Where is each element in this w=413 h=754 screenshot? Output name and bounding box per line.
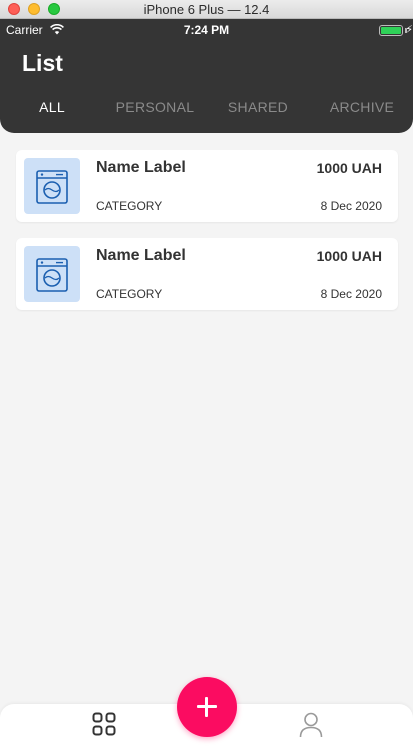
page-title: List: [22, 50, 63, 76]
tab-bar: ALL PERSONAL SHARED ARCHIVE: [0, 99, 413, 121]
grid-icon[interactable]: [92, 712, 116, 736]
header: Carrier 7:24 PM ⚡ List ALL PERSONAL SHAR…: [0, 19, 413, 133]
list-item[interactable]: Name Label 1000 UAH CATEGORY 8 Dec 2020: [16, 238, 398, 310]
item-thumbnail: [24, 246, 80, 302]
simulator-title-bar: iPhone 6 Plus — 12.4: [0, 0, 413, 19]
add-button[interactable]: [177, 677, 237, 737]
window-title: iPhone 6 Plus — 12.4: [143, 2, 270, 17]
status-time: 7:24 PM: [183, 23, 230, 37]
phone-screen: Carrier 7:24 PM ⚡ List ALL PERSONAL SHAR…: [0, 19, 413, 754]
list-item[interactable]: Name Label 1000 UAH CATEGORY 8 Dec 2020: [16, 150, 398, 222]
charging-icon: ⚡: [405, 24, 413, 36]
washing-machine-icon: [36, 258, 68, 292]
item-thumbnail: [24, 158, 80, 214]
tab-all[interactable]: ALL: [2, 99, 102, 115]
item-date: 8 Dec 2020: [320, 287, 382, 301]
item-name: Name Label: [96, 247, 186, 264]
battery-icon: [379, 25, 403, 36]
item-name: Name Label: [96, 159, 186, 176]
plus-icon-vertical: [205, 697, 208, 717]
item-category: CATEGORY: [96, 287, 163, 301]
tab-personal[interactable]: PERSONAL: [105, 99, 205, 115]
item-date: 8 Dec 2020: [320, 199, 382, 213]
profile-icon[interactable]: [299, 712, 323, 738]
item-amount: 1000 UAH: [316, 248, 382, 264]
tab-archive[interactable]: ARCHIVE: [312, 99, 412, 115]
status-bar: Carrier 7:24 PM ⚡: [0, 19, 413, 41]
tab-shared[interactable]: SHARED: [208, 99, 308, 115]
item-amount: 1000 UAH: [316, 160, 382, 176]
item-category: CATEGORY: [96, 199, 163, 213]
washing-machine-icon: [36, 170, 68, 204]
